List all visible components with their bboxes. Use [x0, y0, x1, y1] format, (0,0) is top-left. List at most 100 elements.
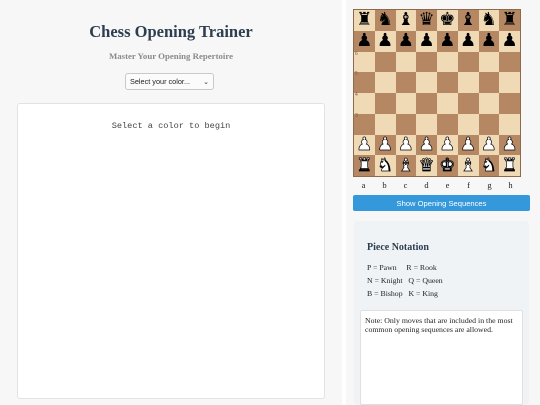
board-square[interactable] — [499, 72, 520, 93]
board-square[interactable] — [374, 113, 396, 135]
board-square[interactable] — [457, 93, 479, 114]
board-square[interactable]: ♟ — [478, 30, 500, 52]
board-square[interactable] — [457, 113, 479, 135]
black-piece[interactable]: ♜ — [502, 11, 518, 29]
white-piece[interactable]: ♝ — [460, 156, 477, 175]
board-square[interactable] — [374, 72, 396, 93]
board-square[interactable]: ♞ — [478, 10, 500, 31]
color-select[interactable]: Select your color... ⌄ — [125, 73, 214, 90]
board-square[interactable]: ♟ — [374, 30, 396, 52]
board-square[interactable] — [457, 51, 479, 73]
board-square[interactable]: ♞ — [478, 155, 500, 176]
board-square[interactable]: ♜ — [499, 155, 520, 176]
white-piece[interactable]: ♚ — [439, 156, 456, 175]
board-square[interactable]: ♟ — [374, 134, 396, 156]
board-square[interactable]: ♛ — [416, 10, 437, 31]
black-piece[interactable]: ♞ — [377, 11, 393, 29]
show-sequences-button[interactable]: Show Opening Sequences — [353, 195, 530, 211]
board-square[interactable] — [499, 51, 520, 73]
board-square[interactable] — [395, 93, 417, 114]
black-piece[interactable]: ♟ — [460, 32, 476, 50]
board-square[interactable] — [437, 51, 458, 73]
board-square[interactable]: ♟ — [416, 134, 437, 156]
white-piece[interactable]: ♟ — [397, 135, 414, 154]
black-piece[interactable]: ♟ — [398, 32, 414, 50]
black-piece[interactable]: ♟ — [439, 32, 455, 50]
board-square[interactable]: ♛ — [416, 155, 437, 176]
chess-board[interactable]: ♜ ♞ ♝ ♛ ♚ ♝ ♞ ♜ ♟ ♟ ♟ ♟ ♟ ♟ ♟ ♟ 6 5 4 3 ♟ ♟ ♟ ♟ ♟ ♟ ♟ ♟ ♜ ♞ ♝ ♛ ♚ ♝ ♞ ♜ — [353, 9, 521, 177]
board-square[interactable] — [416, 113, 437, 135]
board-square[interactable] — [374, 93, 396, 114]
black-piece[interactable]: ♛ — [419, 11, 435, 29]
board-square[interactable] — [478, 113, 500, 135]
black-piece[interactable]: ♝ — [460, 11, 476, 29]
board-square[interactable] — [437, 113, 458, 135]
white-piece[interactable]: ♞ — [377, 156, 394, 175]
white-piece[interactable]: ♟ — [439, 135, 456, 154]
board-square[interactable]: ♟ — [499, 30, 520, 52]
board-square[interactable] — [374, 51, 396, 73]
white-piece[interactable]: ♜ — [501, 156, 518, 175]
board-square[interactable]: ♚ — [437, 10, 458, 31]
board-square[interactable] — [395, 72, 417, 93]
board-square[interactable]: 5 — [354, 72, 375, 93]
white-piece[interactable]: ♟ — [418, 135, 435, 154]
board-square[interactable] — [416, 93, 437, 114]
board-square[interactable]: ♟ — [457, 30, 479, 52]
board-square[interactable] — [499, 93, 520, 114]
board-square[interactable]: ♟ — [437, 134, 458, 156]
white-piece[interactable]: ♟ — [377, 135, 394, 154]
board-square[interactable]: ♞ — [374, 155, 396, 176]
board-square[interactable] — [395, 113, 417, 135]
white-piece[interactable]: ♟ — [356, 135, 373, 154]
white-piece[interactable]: ♝ — [397, 156, 414, 175]
black-piece[interactable]: ♟ — [502, 32, 518, 50]
board-square[interactable]: ♝ — [457, 10, 479, 31]
board-square[interactable]: ♝ — [457, 155, 479, 176]
board-square[interactable]: ♚ — [437, 155, 458, 176]
board-square[interactable]: 3 — [354, 113, 375, 135]
board-square[interactable] — [478, 93, 500, 114]
board-square[interactable]: ♜ — [354, 155, 375, 176]
board-square[interactable]: ♝ — [395, 155, 417, 176]
board-square[interactable]: ♟ — [416, 30, 437, 52]
board-square[interactable]: ♜ — [499, 10, 520, 31]
white-piece[interactable]: ♞ — [480, 156, 497, 175]
board-square[interactable] — [416, 51, 437, 73]
white-piece[interactable]: ♟ — [460, 135, 477, 154]
white-piece[interactable]: ♟ — [501, 135, 518, 154]
board-square[interactable] — [395, 51, 417, 73]
board-square[interactable]: ♟ — [395, 134, 417, 156]
black-piece[interactable]: ♜ — [356, 11, 372, 29]
white-piece[interactable]: ♛ — [418, 156, 435, 175]
board-square[interactable] — [437, 93, 458, 114]
board-square[interactable] — [478, 72, 500, 93]
white-piece[interactable]: ♜ — [356, 156, 373, 175]
board-square[interactable]: ♜ — [354, 10, 375, 31]
board-square[interactable] — [457, 72, 479, 93]
board-square[interactable]: ♟ — [499, 134, 520, 156]
board-square[interactable]: ♟ — [354, 134, 375, 156]
black-piece[interactable]: ♚ — [439, 11, 455, 29]
white-piece[interactable]: ♟ — [480, 135, 497, 154]
board-square[interactable] — [416, 72, 437, 93]
black-piece[interactable]: ♟ — [377, 32, 393, 50]
board-square[interactable] — [499, 113, 520, 135]
board-square[interactable]: ♟ — [457, 134, 479, 156]
black-piece[interactable]: ♟ — [419, 32, 435, 50]
board-square[interactable]: ♞ — [374, 10, 396, 31]
black-piece[interactable]: ♟ — [481, 32, 497, 50]
board-square[interactable]: ♟ — [478, 134, 500, 156]
board-square[interactable]: ♟ — [437, 30, 458, 52]
black-piece[interactable]: ♝ — [398, 11, 414, 29]
black-piece[interactable]: ♟ — [356, 32, 372, 50]
black-piece[interactable]: ♞ — [481, 11, 497, 29]
board-square[interactable]: ♟ — [395, 30, 417, 52]
board-square[interactable] — [437, 72, 458, 93]
board-square[interactable]: 4 — [354, 93, 375, 114]
board-square[interactable]: ♟ — [354, 30, 375, 52]
color-select-value: Select your color... — [130, 77, 191, 86]
board-square[interactable]: 6 — [354, 51, 375, 73]
board-square[interactable] — [478, 51, 500, 73]
board-square[interactable]: ♝ — [395, 10, 417, 31]
